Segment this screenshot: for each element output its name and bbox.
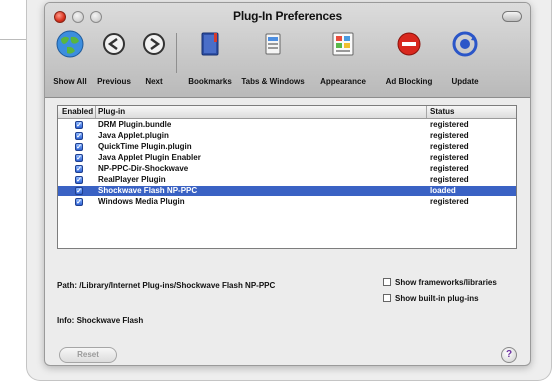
plugin-name: Java Applet Plugin Enabler (98, 153, 201, 162)
toolbar-next-button[interactable]: Next (137, 27, 171, 87)
table-header: Enabled Plug-in Status (58, 106, 516, 119)
plugin-status: registered (430, 164, 469, 173)
preferences-window: Plug-In Preferences Show All Previous Ne… (44, 2, 531, 366)
plugin-name: QuickTime Plugin.plugin (98, 142, 192, 151)
column-divider (95, 106, 96, 118)
tabs-windows-icon (265, 33, 281, 55)
plugin-enabled-checkbox[interactable]: ✓ (75, 198, 83, 206)
plugin-name: DRM Plugin.bundle (98, 120, 172, 129)
reset-button[interactable]: Reset (59, 347, 117, 363)
toolbar-toggle-button[interactable] (502, 11, 522, 22)
forward-arrow-icon (143, 33, 165, 55)
show-frameworks-option[interactable]: Show frameworks/libraries (383, 278, 497, 287)
show-builtin-option[interactable]: Show built-in plug-ins (383, 294, 479, 303)
table-row[interactable]: ✓ Java Applet Plugin Enabler registered (58, 153, 516, 163)
show-frameworks-label: Show frameworks/libraries (395, 278, 497, 287)
table-row[interactable]: ✓ Shockwave Flash NP-PPC loaded (58, 186, 516, 196)
table-row[interactable]: ✓ QuickTime Plugin.plugin registered (58, 142, 516, 152)
bookmarks-book-icon (201, 32, 219, 56)
toolbar-label-update: Update (451, 77, 479, 86)
plugin-status: registered (430, 153, 469, 162)
back-arrow-icon (103, 33, 125, 55)
plugin-name: NP-PPC-Dir-Shockwave (98, 164, 189, 173)
path-label: Path: (57, 281, 77, 290)
preferences-content: Enabled Plug-in Status ✓ DRM Plugin.bundl… (45, 97, 530, 365)
toolbar-separator (176, 33, 177, 73)
info-label: Info: (57, 316, 75, 325)
plugin-name: Java Applet.plugin (98, 131, 169, 140)
appearance-palette-icon (332, 32, 354, 56)
page-line (0, 39, 26, 40)
globe-icon (56, 30, 84, 58)
toolbar-previous-button[interactable]: Previous (97, 27, 131, 87)
toolbar-label-bookmarks: Bookmarks (188, 77, 232, 86)
toolbar-tabs-windows-button[interactable]: Tabs & Windows (241, 27, 305, 87)
toolbar-label-appearance: Appearance (320, 77, 366, 86)
table-row[interactable]: ✓ Windows Media Plugin registered (58, 197, 516, 207)
plugin-status: loaded (430, 186, 456, 195)
toolbar-bookmarks-button[interactable]: Bookmarks (188, 27, 232, 87)
table-row[interactable]: ✓ DRM Plugin.bundle registered (58, 120, 516, 130)
column-header-enabled[interactable]: Enabled (62, 106, 93, 118)
toolbar-update-button[interactable]: Update (447, 27, 483, 87)
plugin-enabled-checkbox[interactable]: ✓ (75, 165, 83, 173)
plugin-enabled-checkbox[interactable]: ✓ (75, 187, 83, 195)
toolbar-label-ad-blocking: Ad Blocking (385, 77, 433, 86)
path-info: Path: /Library/Internet Plug-ins/Shockwa… (57, 281, 275, 290)
window-title: Plug-In Preferences (233, 9, 342, 23)
toolbar-appearance-button[interactable]: Appearance (320, 27, 366, 87)
info-description: Info: Shockwave Flash (57, 316, 143, 325)
plugin-enabled-checkbox[interactable]: ✓ (75, 143, 83, 151)
show-builtin-checkbox[interactable] (383, 294, 391, 302)
plugin-name: RealPlayer Plugin (98, 175, 166, 184)
plugin-status: registered (430, 197, 469, 206)
plugin-enabled-checkbox[interactable]: ✓ (75, 121, 83, 129)
plugin-name: Windows Media Plugin (98, 197, 185, 206)
path-value: /Library/Internet Plug-ins/Shockwave Fla… (79, 281, 276, 290)
table-row[interactable]: ✓ RealPlayer Plugin registered (58, 175, 516, 185)
title-toolbar-area: Plug-In Preferences Show All Previous Ne… (45, 3, 530, 98)
table-row[interactable]: ✓ Java Applet.plugin registered (58, 131, 516, 141)
ad-blocking-icon (397, 32, 421, 56)
toolbar-ad-blocking-button[interactable]: Ad Blocking (386, 27, 432, 87)
plugin-table: Enabled Plug-in Status ✓ DRM Plugin.bundl… (57, 105, 517, 249)
show-frameworks-checkbox[interactable] (383, 278, 391, 286)
toolbar-label-next: Next (145, 77, 163, 86)
plugin-status: registered (430, 120, 469, 129)
toolbar-label-tabs-windows: Tabs & Windows (241, 77, 305, 86)
plugin-enabled-checkbox[interactable]: ✓ (75, 132, 83, 140)
update-icon (452, 31, 478, 57)
info-value: Shockwave Flash (76, 316, 144, 325)
plugin-name: Shockwave Flash NP-PPC (98, 186, 198, 195)
toolbar-show-all-button[interactable]: Show All (53, 27, 87, 87)
plugin-status: registered (430, 142, 469, 151)
table-row[interactable]: ✓ NP-PPC-Dir-Shockwave registered (58, 164, 516, 174)
column-header-plugin[interactable]: Plug-in (98, 106, 125, 118)
help-button[interactable]: ? (501, 347, 517, 363)
plugin-enabled-checkbox[interactable]: ✓ (75, 154, 83, 162)
show-builtin-label: Show built-in plug-ins (395, 294, 479, 303)
plugin-enabled-checkbox[interactable]: ✓ (75, 176, 83, 184)
column-header-status[interactable]: Status (430, 106, 454, 118)
column-divider (426, 106, 427, 118)
plugin-status: registered (430, 175, 469, 184)
plugin-status: registered (430, 131, 469, 140)
